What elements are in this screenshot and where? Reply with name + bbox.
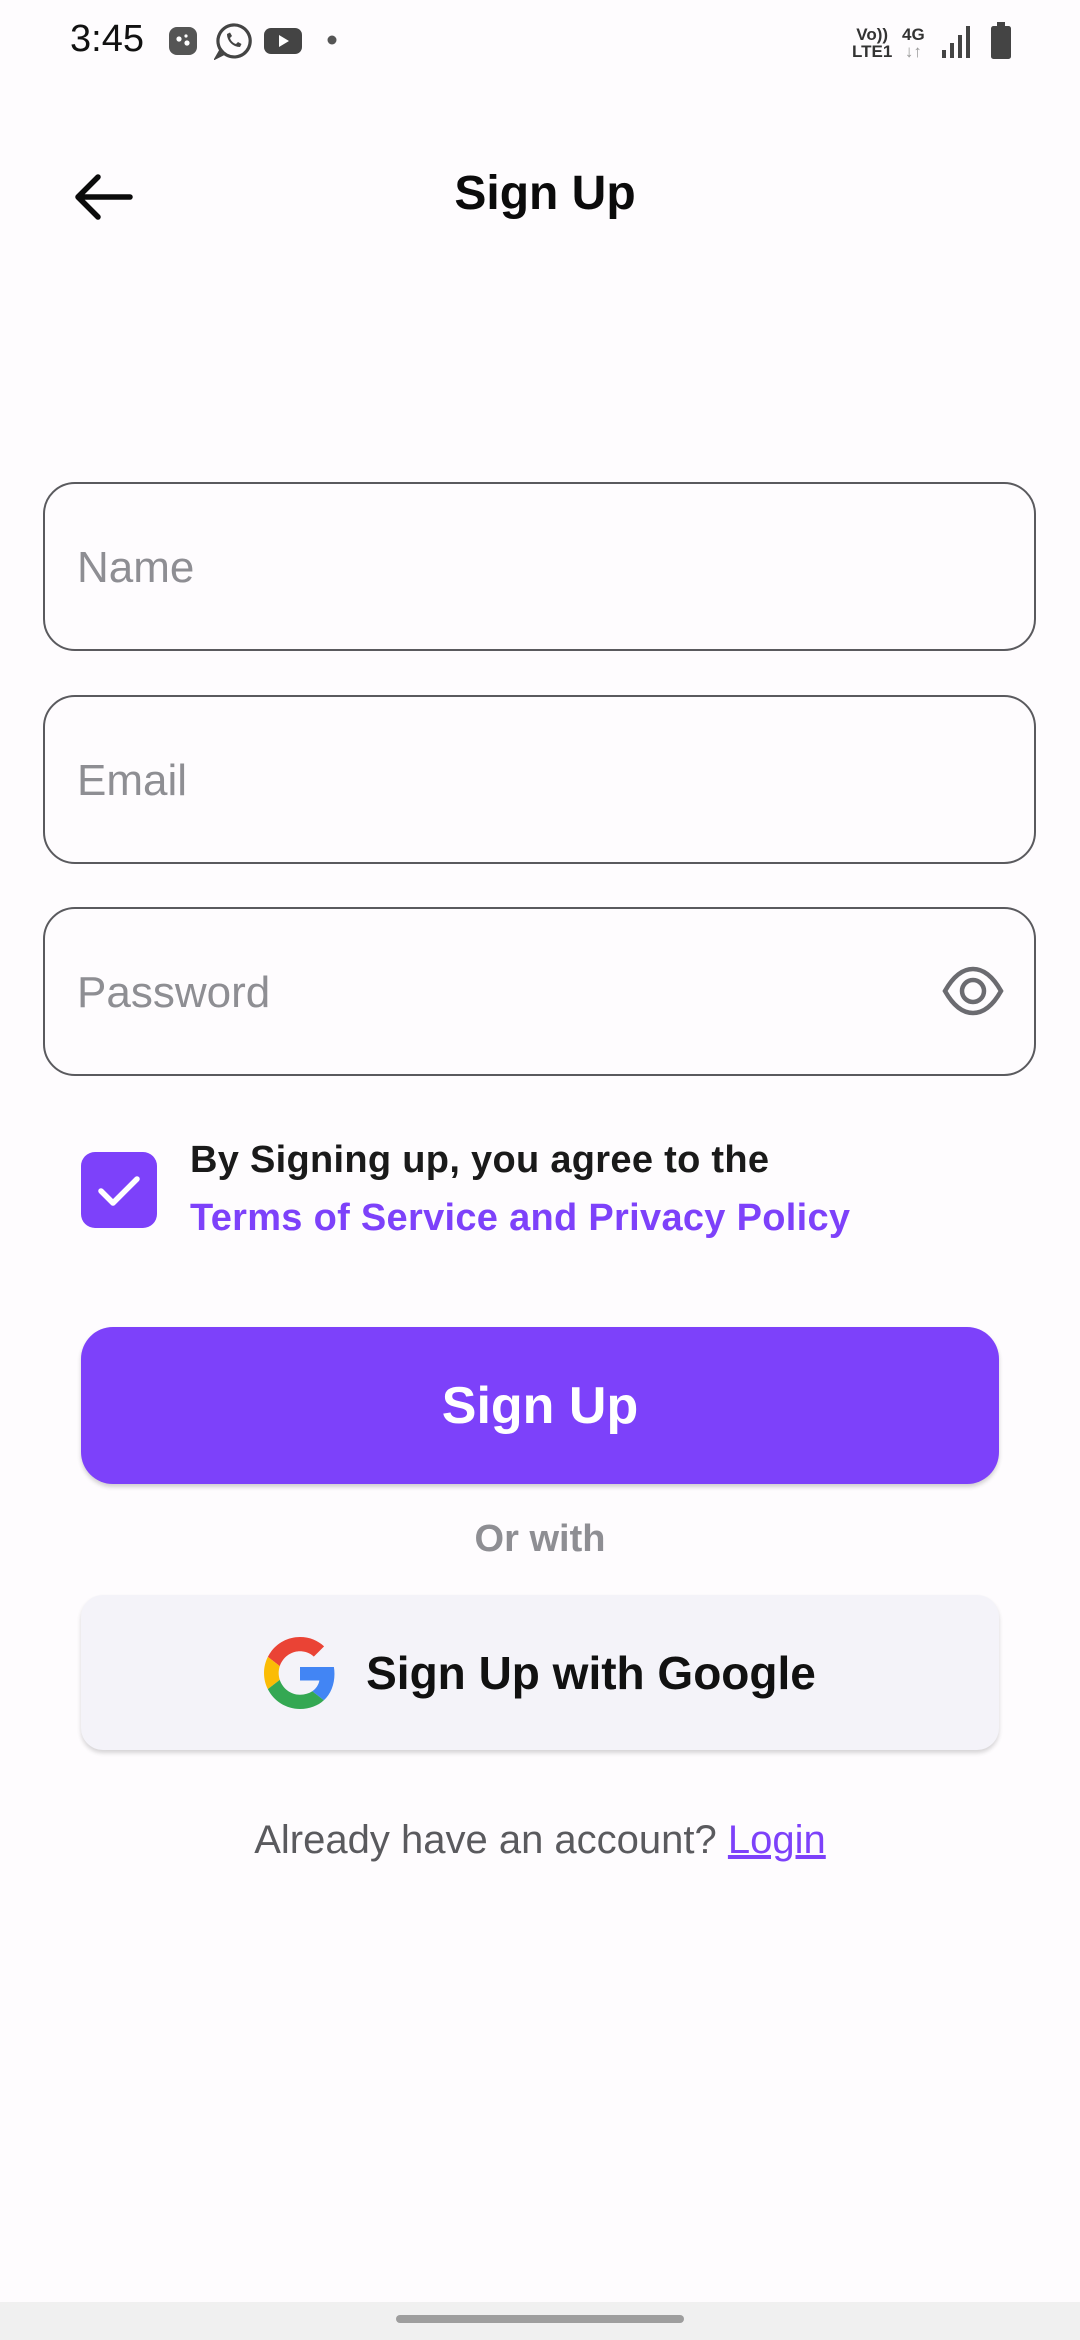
network-indicator: 4G ↓↑ bbox=[902, 25, 925, 61]
volte-indicator: Vo)) LTE1 bbox=[852, 25, 893, 61]
terms-link[interactable]: Terms of Service and Privacy Policy bbox=[190, 1197, 850, 1240]
login-prompt-row: Already have an account? Login bbox=[0, 1818, 1080, 1863]
or-with-divider: Or with bbox=[474, 1518, 606, 1560]
sign-up-button-label: Sign Up bbox=[441, 1376, 639, 1435]
game-icon bbox=[169, 27, 197, 55]
login-prompt-text: Already have an account? bbox=[254, 1818, 728, 1862]
terms-text: By Signing up, you agree to the bbox=[190, 1139, 770, 1181]
status-time: 3:45 bbox=[70, 18, 144, 60]
name-field[interactable] bbox=[43, 482, 1036, 651]
status-bar: 3:45 Vo)) LTE1 4G ↓↑ bbox=[0, 0, 1080, 84]
password-field[interactable] bbox=[43, 907, 1036, 1076]
youtube-icon bbox=[264, 28, 302, 54]
dot-icon bbox=[327, 35, 337, 45]
google-button-label: Sign Up with Google bbox=[366, 1646, 816, 1699]
sign-up-button[interactable]: Sign Up bbox=[81, 1327, 999, 1484]
checkmark-icon bbox=[98, 1176, 140, 1206]
eye-icon[interactable] bbox=[942, 963, 1004, 1019]
battery-icon bbox=[991, 22, 1011, 59]
google-sign-up-button[interactable]: Sign Up with Google bbox=[81, 1595, 999, 1750]
google-logo-icon bbox=[264, 1636, 335, 1709]
login-link[interactable]: Login bbox=[728, 1818, 826, 1862]
name-input[interactable] bbox=[75, 484, 929, 651]
terms-checkbox[interactable] bbox=[81, 1152, 157, 1228]
home-gesture-handle[interactable] bbox=[396, 2315, 684, 2323]
email-field[interactable] bbox=[43, 695, 1036, 864]
page-title: Sign Up bbox=[454, 167, 636, 220]
password-input[interactable] bbox=[75, 909, 929, 1076]
whatsapp-icon bbox=[214, 23, 252, 60]
email-input[interactable] bbox=[75, 697, 929, 864]
signal-icon bbox=[942, 26, 970, 58]
